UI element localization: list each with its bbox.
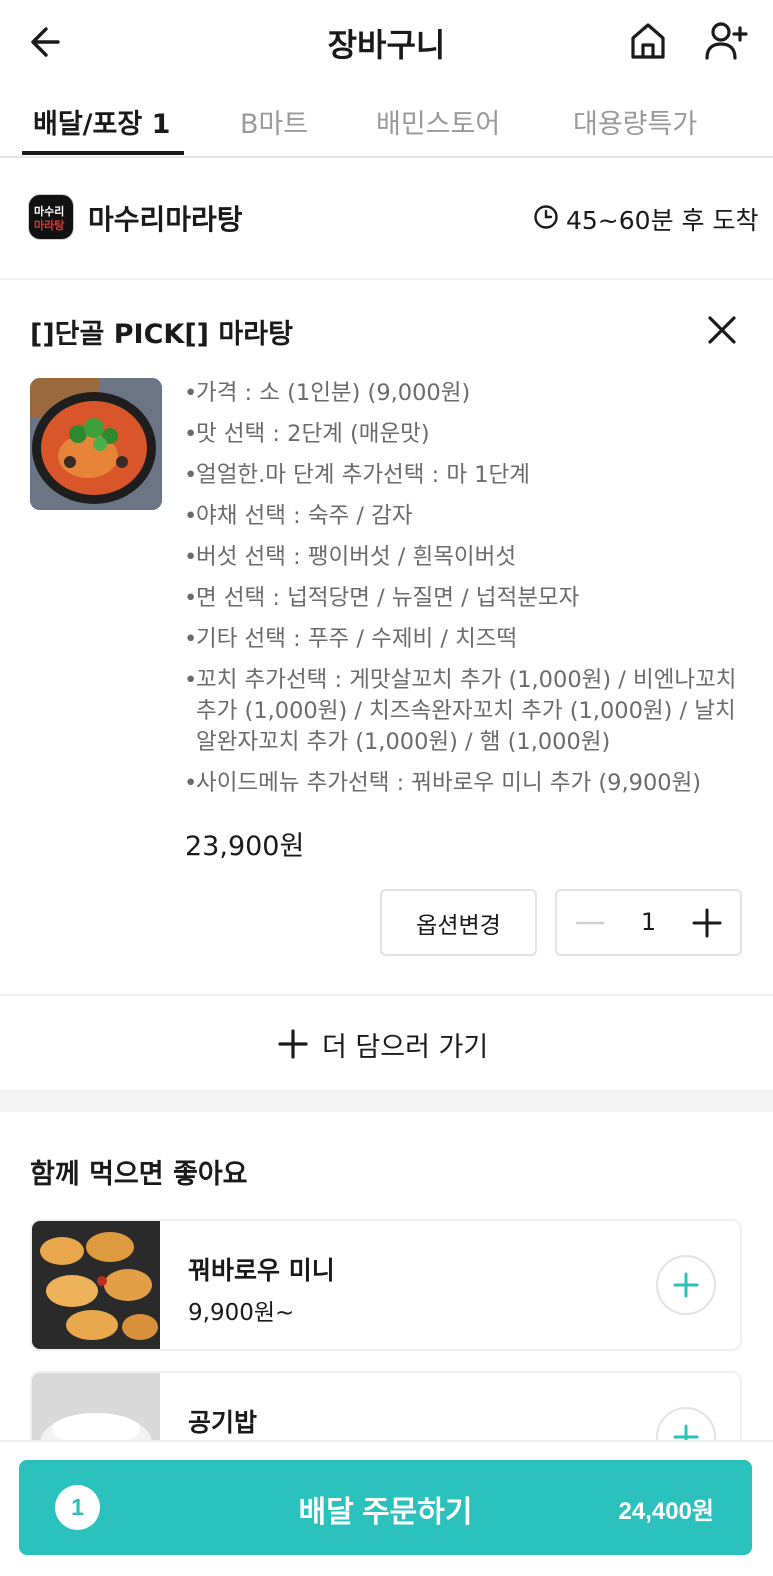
- store-logo-text-bottom: 마라탕: [34, 219, 65, 232]
- option-line: 얼얼한.마 단계 추가선택 : 마 1단계: [184, 460, 754, 491]
- option-line: 기타 선택 : 푸주 / 수제비 / 치즈떡: [184, 624, 754, 655]
- section-divider: [0, 1092, 773, 1112]
- add-recommendation-button[interactable]: [656, 1255, 716, 1315]
- close-icon[interactable]: [704, 312, 740, 348]
- bottom-order-bar: 1 배달 주문하기 24,400원: [0, 1440, 773, 1576]
- quantity-stepper: 1: [555, 889, 742, 956]
- recommendations-title: 함께 먹으면 좋아요: [30, 1159, 248, 1190]
- cart-item-title: []단골 PICK[] 마라탕: [30, 319, 293, 350]
- delivery-eta: 45~60분 후 도착: [566, 206, 759, 235]
- change-option-button[interactable]: 옵션변경: [380, 889, 537, 956]
- store-name[interactable]: 마수리마라탕: [88, 198, 243, 238]
- add-more-label: 더 담으러 가기: [322, 1031, 489, 1063]
- recommendation-card[interactable]: 꿔바로우 미니 9,900원~: [30, 1219, 742, 1351]
- active-tab-indicator: [22, 151, 184, 155]
- category-tabs: 배달/포장 1 B마트 배민스토어 대용량특가: [0, 94, 773, 158]
- order-button[interactable]: 1 배달 주문하기 24,400원: [19, 1460, 752, 1555]
- add-user-icon[interactable]: [704, 20, 748, 62]
- clock-icon: [534, 205, 558, 229]
- app-header: 장바구니: [0, 0, 773, 84]
- recommendation-image: [32, 1221, 160, 1349]
- store-header[interactable]: 마수리 마라탕 마수리마라탕 45~60분 후 도착: [0, 160, 773, 280]
- add-more-button[interactable]: 더 담으러 가기: [278, 1026, 489, 1063]
- recommendation-name: 공기밥: [188, 1408, 258, 1437]
- cart-item-price: 23,900원: [185, 831, 305, 862]
- tab-bmart[interactable]: B마트: [240, 102, 308, 141]
- tab-bulk-deals[interactable]: 대용량특가: [573, 102, 697, 141]
- home-icon[interactable]: [628, 20, 668, 62]
- recommendation-price: 9,900원~: [188, 1300, 295, 1326]
- cart-item-options: 가격 : 소 (1인분) (9,000원) 맛 선택 : 2단계 (매운맛) 얼…: [184, 378, 754, 809]
- option-line: 가격 : 소 (1인분) (9,000원): [184, 378, 754, 409]
- option-line: 면 선택 : 넙적당면 / 뉴질면 / 넙적분모자: [184, 583, 754, 614]
- add-more-row: 더 담으러 가기: [0, 994, 773, 1092]
- option-line: 야채 선택 : 숙주 / 감자: [184, 501, 754, 532]
- order-total-price: 24,400원: [618, 1498, 715, 1525]
- plus-icon: [278, 1029, 308, 1059]
- option-line: 버섯 선택 : 팽이버섯 / 흰목이버섯: [184, 542, 754, 573]
- option-line: 사이드메뉴 추가선택 : 꿔바로우 미니 추가 (9,900원): [184, 768, 754, 799]
- option-line: 맛 선택 : 2단계 (매운맛): [184, 419, 754, 450]
- option-line: 꼬치 추가선택 : 게맛살꼬치 추가 (1,000원) / 비엔나꼬치 추가 (…: [184, 665, 754, 758]
- recommendation-name: 꿔바로우 미니: [188, 1256, 335, 1285]
- plus-icon[interactable]: [691, 907, 723, 939]
- tab-delivery[interactable]: 배달/포장 1: [33, 102, 170, 141]
- cart-item-image: [30, 378, 162, 510]
- plus-icon: [673, 1272, 699, 1298]
- tab-baemin-store[interactable]: 배민스토어: [376, 102, 500, 141]
- store-logo: 마수리 마라탕: [28, 194, 74, 240]
